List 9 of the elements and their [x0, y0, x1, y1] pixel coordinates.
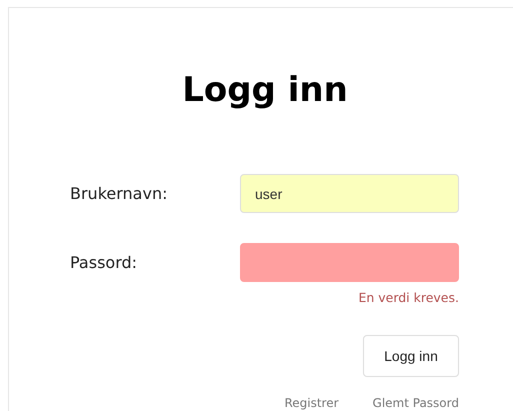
link[interactable]: Registrer — [284, 396, 339, 410]
login-button[interactable]: Logg inn — [363, 335, 459, 377]
field-label: Brukernavn: — [70, 184, 168, 203]
link[interactable]: Glemt Passord — [372, 396, 459, 410]
input-field[interactable] — [240, 243, 459, 282]
input-field[interactable]: user — [240, 174, 459, 213]
page-title: Logg inn — [181, 69, 349, 112]
error-message: En verdi kreves. — [358, 290, 459, 305]
field-label: Passord: — [70, 253, 138, 272]
